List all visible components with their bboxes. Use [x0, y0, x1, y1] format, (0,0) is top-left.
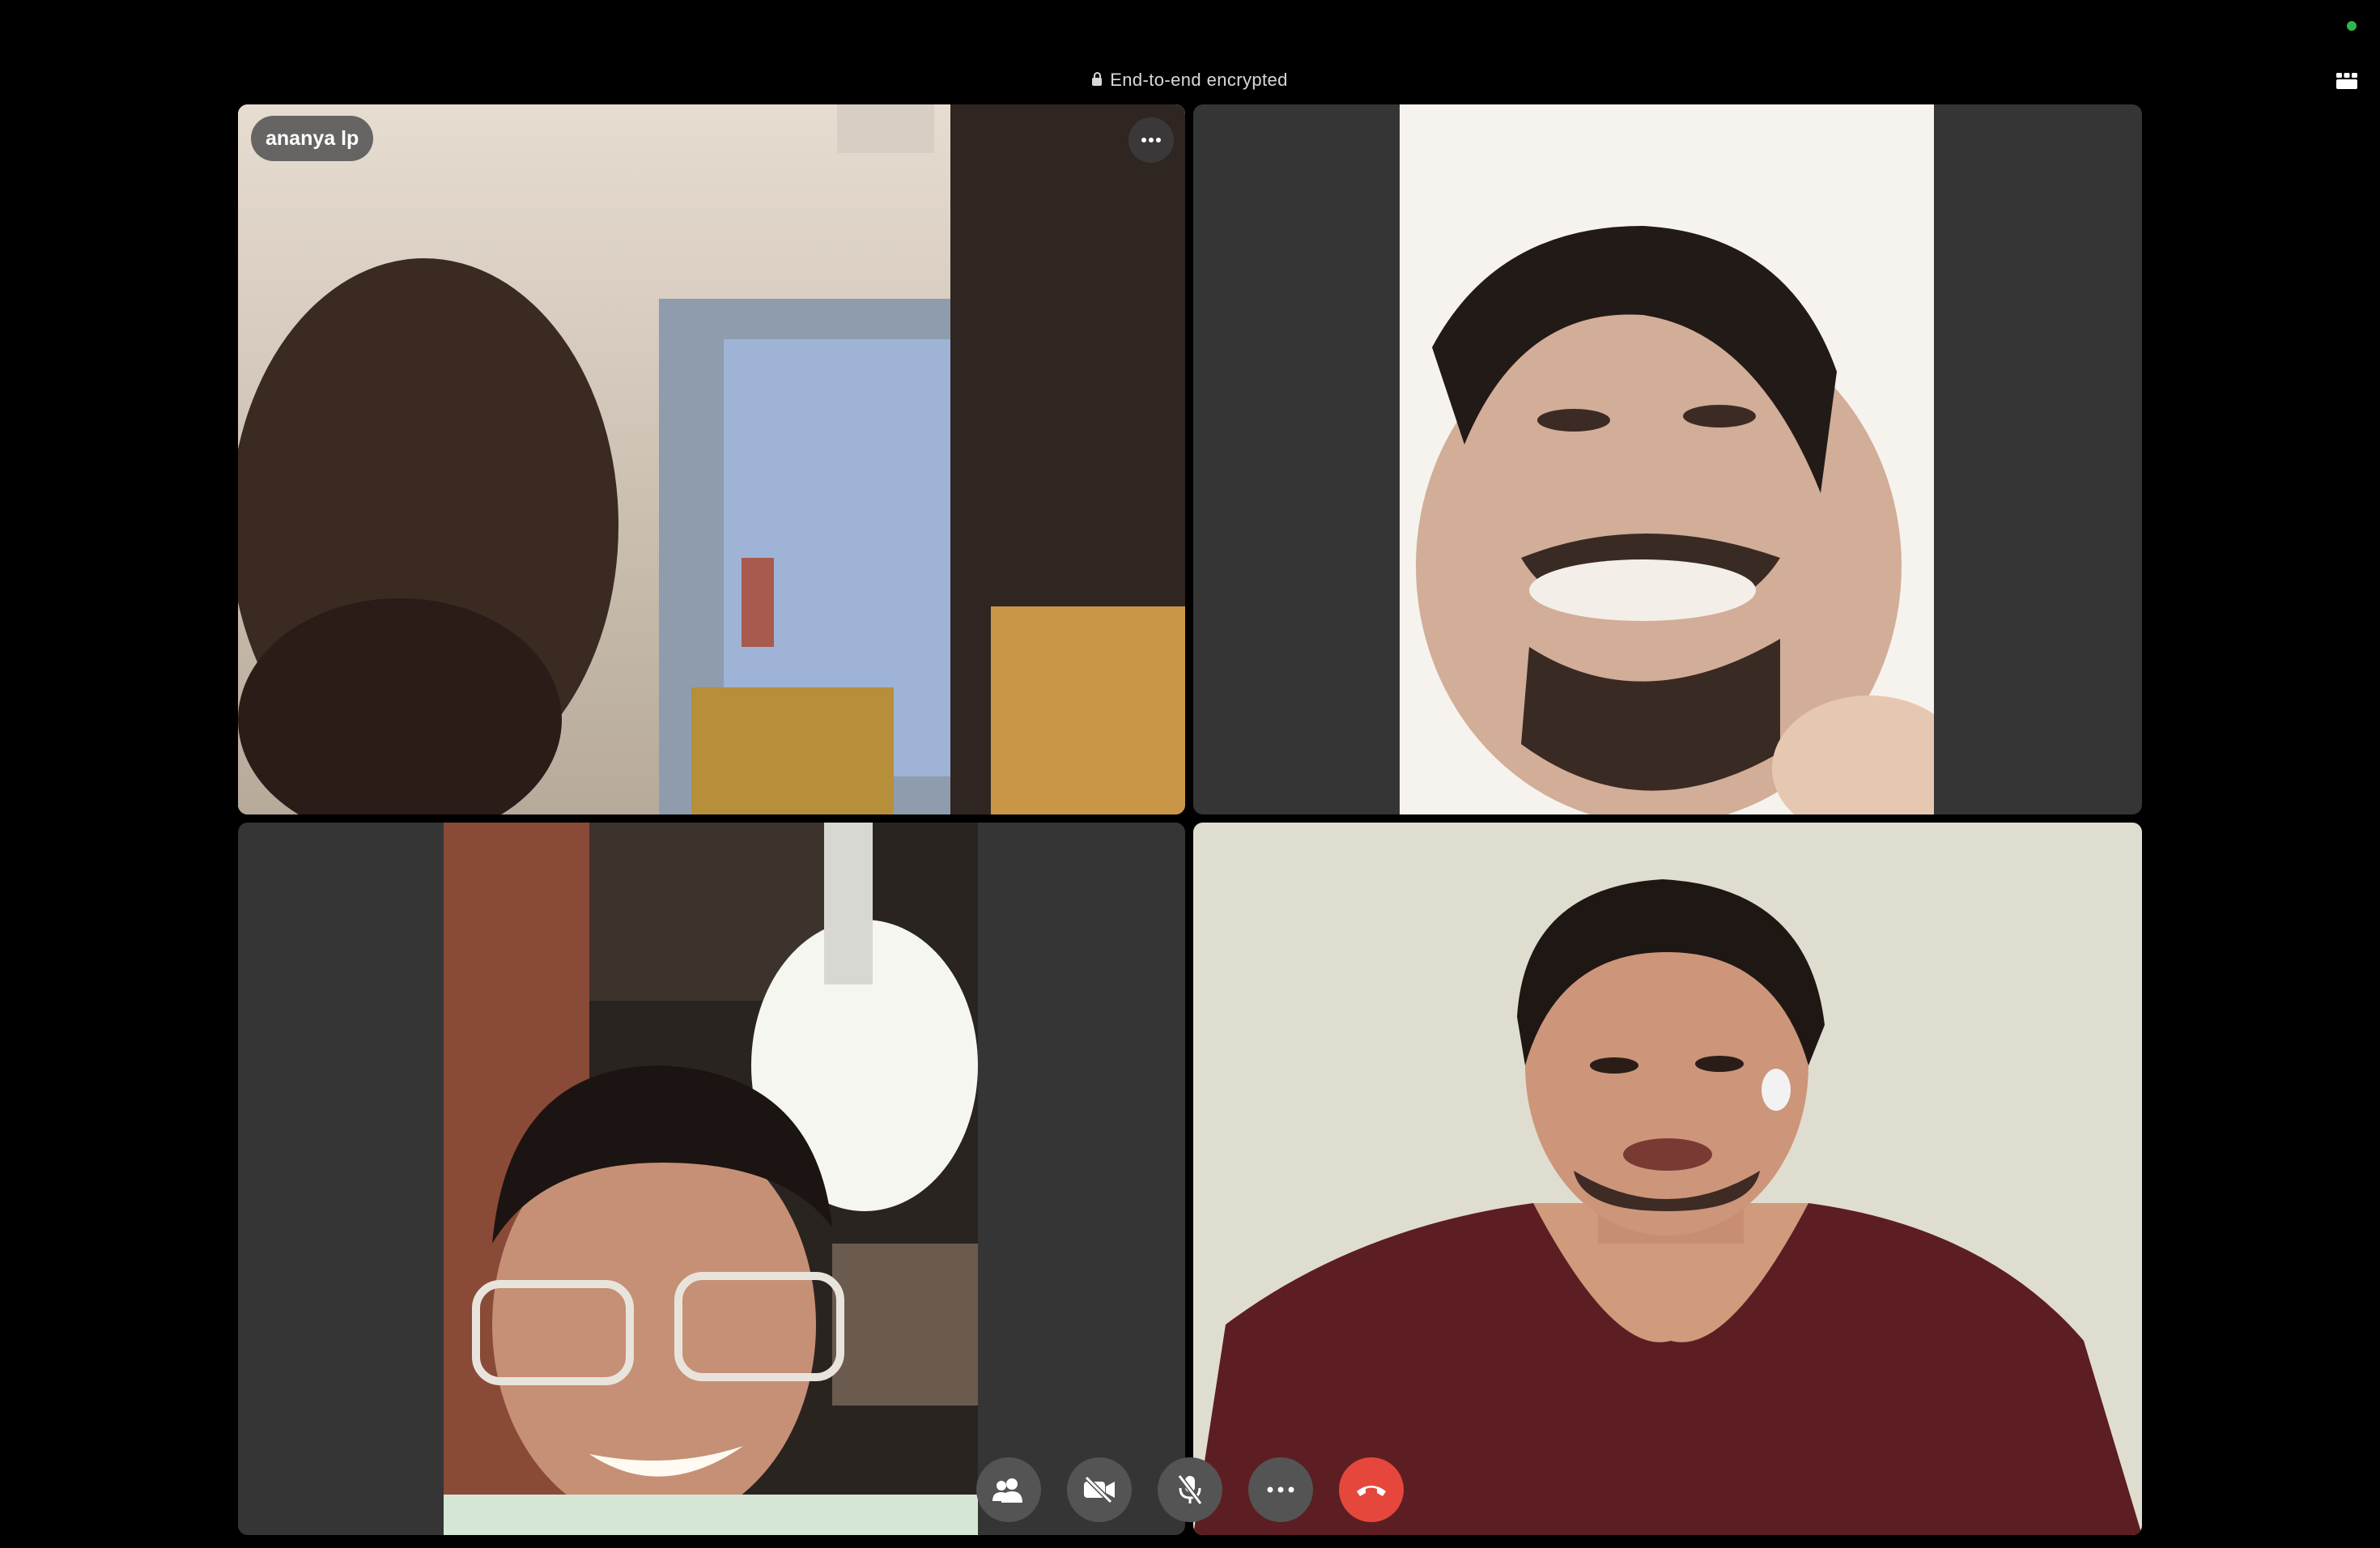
participant-video — [238, 104, 1185, 814]
participants-button[interactable] — [976, 1457, 1041, 1522]
tile-options-button[interactable] — [1128, 117, 1174, 163]
participant-tile[interactable]: ananya lp — [238, 104, 1185, 814]
online-status-indicator — [2347, 21, 2357, 31]
mic-muted-icon — [1177, 1474, 1203, 1505]
end-call-button[interactable] — [1339, 1457, 1404, 1522]
camera-toggle-button[interactable] — [1067, 1457, 1132, 1522]
participant-tile[interactable] — [1193, 823, 2142, 1535]
camera-off-icon — [1084, 1475, 1115, 1504]
participant-name: ananya lp — [251, 116, 374, 161]
video-call-window: End-to-end encrypted ananya lp — [0, 0, 2380, 1548]
participant-video — [1400, 104, 1934, 814]
more-options-button[interactable] — [1248, 1457, 1313, 1522]
more-icon — [1267, 1486, 1294, 1493]
participant-video — [444, 823, 978, 1535]
grid-view-button[interactable] — [2335, 68, 2359, 92]
participant-tile[interactable] — [238, 823, 1185, 1535]
people-icon — [992, 1478, 1022, 1503]
lock-icon — [1092, 72, 1103, 86]
participant-video — [1193, 823, 2142, 1535]
participant-tile[interactable] — [1193, 104, 2142, 814]
grid-view-icon — [2336, 73, 2357, 89]
end-call-icon — [1357, 1486, 1386, 1496]
microphone-toggle-button[interactable] — [1158, 1457, 1222, 1522]
encryption-label: End-to-end encrypted — [1110, 70, 1288, 90]
call-controls — [976, 1457, 1404, 1522]
encryption-banner: End-to-end encrypted — [0, 70, 2380, 91]
more-icon — [1141, 138, 1161, 142]
